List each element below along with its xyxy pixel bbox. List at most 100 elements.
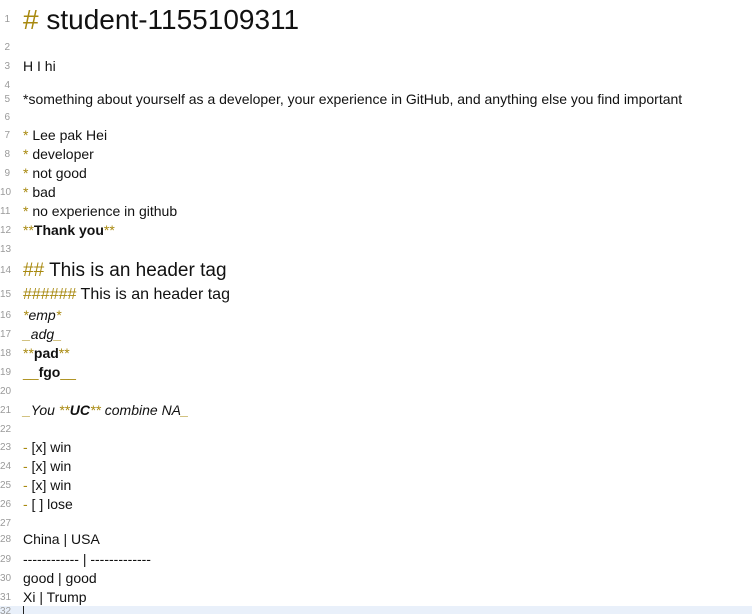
line-number: 3 <box>4 60 10 72</box>
markdown-syntax-token: ** <box>103 222 115 238</box>
editor-line[interactable]: 7 * Lee pak Hei <box>0 126 752 145</box>
line-content: *emp* <box>23 306 61 325</box>
line-number: 6 <box>4 111 10 123</box>
text-token: emp <box>28 307 56 323</box>
markdown-editor[interactable]: 1 # student-1155109311 2 3 H I hi 4 5 *somethin… <box>0 0 752 614</box>
text-token: combine NA <box>100 402 182 418</box>
line-number: 2 <box>4 41 10 53</box>
line-number: 22 <box>0 423 12 435</box>
editor-line[interactable]: 31 Xi | Trump <box>0 588 752 607</box>
markdown-syntax-token: _ <box>23 326 31 342</box>
line-number: 14 <box>0 265 12 276</box>
editor-line[interactable]: 21 _You **UC** combine NA_ <box>0 401 752 420</box>
editor-line[interactable]: 25 - [x] win <box>0 476 752 495</box>
text-token: [ ] lose <box>27 496 73 512</box>
text-token: adg <box>30 326 55 342</box>
text-token: [x] win <box>27 458 72 474</box>
editor-line[interactable]: 28 China | USA <box>0 530 752 549</box>
text-token: developer <box>28 146 94 162</box>
line-content: **Thank you** <box>23 221 115 240</box>
markdown-syntax-token: # <box>23 4 39 35</box>
line-content: ------------ | ------------- <box>23 550 151 569</box>
text-token: bad <box>28 184 56 200</box>
markdown-syntax-token: ** <box>23 345 34 361</box>
markdown-syntax-token: _ <box>23 402 31 418</box>
line-number: 29 <box>0 553 12 565</box>
line-content: good | good <box>23 569 97 588</box>
editor-line[interactable]: 2 <box>0 38 752 57</box>
text-token: China | USA <box>23 531 100 547</box>
line-content: ## This is an header tag <box>23 259 227 283</box>
editor-line[interactable]: 3 H I hi <box>0 57 752 76</box>
editor-line[interactable]: 23 - [x] win <box>0 438 752 457</box>
markdown-syntax-token: ## <box>23 260 45 281</box>
editor-line[interactable]: 12 **Thank you** <box>0 221 752 240</box>
line-number: 21 <box>0 404 12 416</box>
line-content: ###### This is an header tag <box>23 285 230 305</box>
editor-line[interactable]: 18 **pad** <box>0 344 752 363</box>
editor-line[interactable]: 6 <box>0 108 752 127</box>
line-number: 27 <box>0 517 12 529</box>
editor-line[interactable]: 32 <box>0 606 752 614</box>
markdown-syntax-token: __ <box>60 364 76 380</box>
line-number: 12 <box>0 224 12 236</box>
editor-line[interactable]: 20 <box>0 382 752 401</box>
line-number: 28 <box>0 533 12 545</box>
text-token: not good <box>28 165 87 181</box>
line-number: 25 <box>0 479 12 491</box>
text-token: fgo <box>38 364 61 380</box>
editor-line[interactable]: 5 *something about yourself as a develope… <box>0 90 752 109</box>
editor-line[interactable]: 30 good | good <box>0 569 752 588</box>
editor-line[interactable]: 19 __fgo__ <box>0 363 752 382</box>
line-number: 32 <box>0 606 12 614</box>
text-token: UC <box>69 402 90 418</box>
text-token: *something about yourself as a developer… <box>23 91 683 107</box>
text-token: This is an header tag <box>44 260 227 281</box>
editor-line[interactable]: 11 * no experience in github <box>0 202 752 221</box>
text-token: pad <box>33 345 59 361</box>
line-content: __fgo__ <box>23 363 76 382</box>
line-content: _You **UC** combine NA_ <box>23 401 189 420</box>
editor-line[interactable]: 1 # student-1155109311 <box>0 2 752 38</box>
markdown-syntax-token: ** <box>89 402 101 418</box>
line-number: 1 <box>4 14 10 25</box>
line-number: 11 <box>0 205 11 217</box>
text-token: H I hi <box>23 58 56 74</box>
markdown-syntax-token: ** <box>23 222 34 238</box>
editor-line[interactable]: 14 ## This is an header tag <box>0 259 752 283</box>
editor-line[interactable]: 26 - [ ] lose <box>0 495 752 514</box>
line-content: * not good <box>23 164 87 183</box>
text-token: good | good <box>23 570 97 586</box>
editor-line[interactable]: 9 * not good <box>0 164 752 183</box>
editor-line[interactable]: 17 _adg_ <box>0 325 752 344</box>
markdown-syntax-token: _ <box>181 402 189 418</box>
text-token: no experience in github <box>28 203 178 219</box>
line-number: 19 <box>0 366 12 378</box>
line-number: 23 <box>0 441 12 453</box>
line-content: * Lee pak Hei <box>23 126 107 145</box>
line-content: # student-1155109311 <box>23 2 299 38</box>
line-content: China | USA <box>23 530 100 549</box>
editor-line[interactable]: 29 ------------ | ------------- <box>0 550 752 569</box>
editor-line[interactable]: 13 <box>0 240 752 259</box>
editor-line[interactable]: 22 <box>0 420 752 439</box>
line-content: * bad <box>23 183 56 202</box>
line-number: 17 <box>0 328 12 340</box>
line-number: 24 <box>0 460 12 472</box>
editor-line[interactable]: 8 * developer <box>0 145 752 164</box>
editor-line[interactable]: 16 *emp* <box>0 306 752 325</box>
text-token: [x] win <box>27 439 72 455</box>
line-number: 20 <box>0 385 12 397</box>
editor-line[interactable]: 10 * bad <box>0 183 752 202</box>
editor-line[interactable]: 24 - [x] win <box>0 457 752 476</box>
line-number: 4 <box>4 79 10 91</box>
editor-line[interactable]: 15 ###### This is an header tag <box>0 285 752 305</box>
markdown-syntax-token: ###### <box>23 286 77 303</box>
line-content: - [x] win <box>23 438 71 457</box>
line-number: 31 <box>0 591 12 603</box>
line-number: 7 <box>4 129 10 141</box>
line-content: * developer <box>23 145 94 164</box>
markdown-syntax-token: ** <box>58 345 70 361</box>
line-content: *something about yourself as a developer… <box>23 90 682 109</box>
line-content: * no experience in github <box>23 202 177 221</box>
